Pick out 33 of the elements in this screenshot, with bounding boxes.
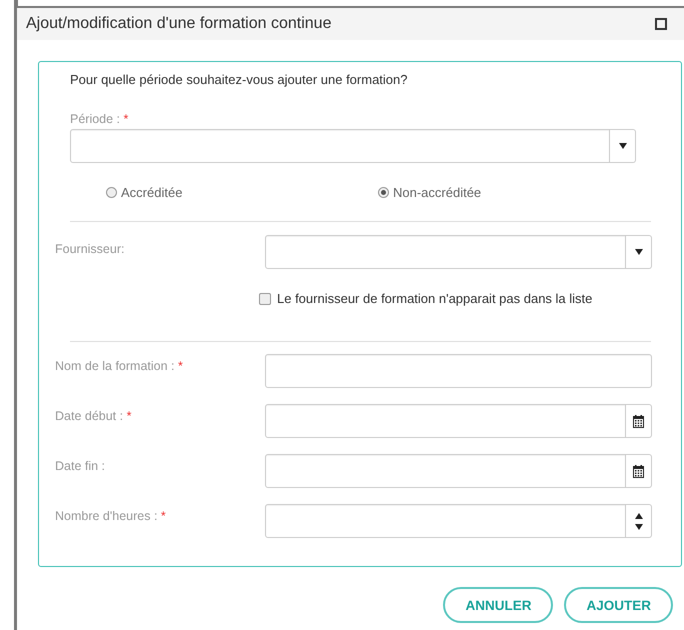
input-field[interactable]	[265, 354, 652, 388]
dropdown-button[interactable]	[610, 129, 636, 163]
caret-icon	[618, 143, 626, 149]
calendar-icon	[633, 464, 644, 478]
checkbox[interactable]	[259, 292, 271, 304]
number-field[interactable]	[265, 504, 626, 538]
field-label: Nombre d'heures : *	[55, 508, 167, 523]
dropdown-button[interactable]	[626, 235, 652, 269]
field-label: Fournisseur:	[55, 241, 126, 256]
field-label: Période : *	[70, 112, 128, 126]
date-field[interactable]	[265, 404, 626, 438]
dropdown-field[interactable]	[70, 129, 610, 163]
radio-button[interactable]	[378, 186, 389, 198]
radio-label: Accréditée	[121, 184, 182, 200]
spinner-button[interactable]	[626, 504, 652, 538]
dialog-button[interactable]: AJOUTER	[564, 587, 673, 623]
dropdown-field[interactable]	[265, 235, 626, 269]
date-field[interactable]	[265, 454, 626, 488]
field-label: Nom de la formation : *	[55, 358, 184, 373]
question-text: Pour quelle période souhaitez-vous ajouter une formation?	[70, 72, 408, 87]
radio-label: Non-accréditée	[393, 184, 482, 200]
calendar-button[interactable]	[626, 454, 652, 488]
maximize-icon[interactable]	[655, 18, 667, 30]
checkbox-label: Le fournisseur de formation n'apparait pas dans la liste	[277, 291, 592, 306]
spinner-icon	[634, 512, 642, 530]
field-label: Date début : *	[55, 408, 132, 423]
window-title: Ajout/modification d'une formation continue	[26, 15, 332, 33]
calendar-button[interactable]	[626, 404, 652, 438]
calendar-icon	[633, 414, 644, 428]
caret-icon	[634, 249, 642, 255]
field-label: Date fin :	[55, 458, 106, 473]
radio-button[interactable]	[106, 186, 117, 198]
dialog-button[interactable]: ANNULER	[443, 587, 554, 623]
